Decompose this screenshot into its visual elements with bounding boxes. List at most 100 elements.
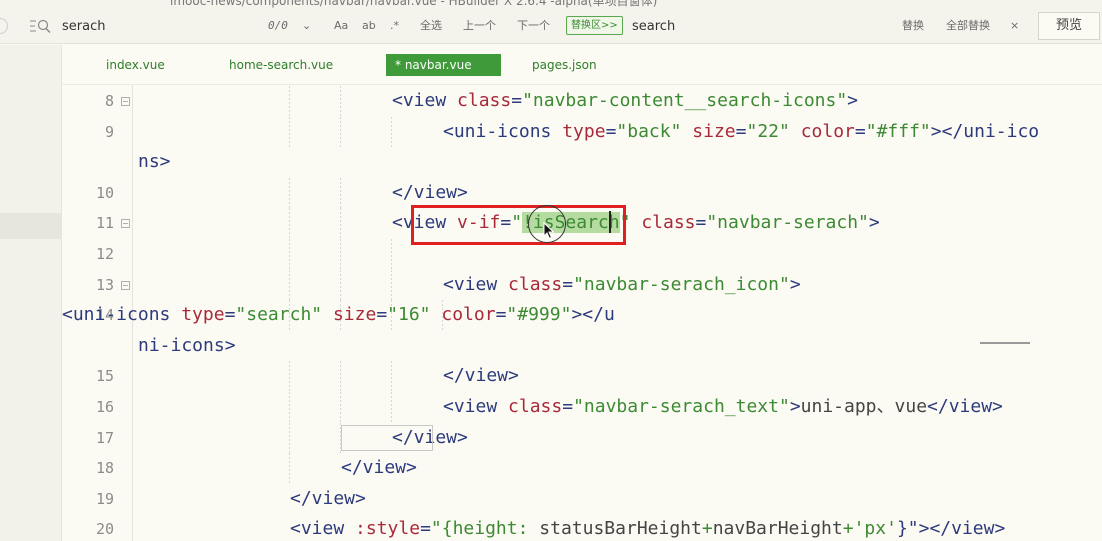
code-text[interactable]: <uni-icons type="search" size="16" color…: [62, 300, 615, 330]
code-attribute-token: size: [332, 304, 377, 326]
code-line[interactable]: 16 <view class="navbar-serach_text">uni-a…: [62, 392, 1102, 422]
indent-guide: [340, 361, 341, 392]
code-tag-token: ></uni-ico: [930, 120, 1040, 142]
code-line[interactable]: ni-icons>: [62, 331, 1102, 361]
close-find-icon[interactable]: ×: [1010, 8, 1019, 44]
code-text[interactable]: <uni-icons type="back" size="22" color="…: [443, 117, 1039, 147]
code-string-token: +: [701, 518, 713, 540]
code-text[interactable]: </view>: [290, 484, 366, 514]
search-panel-toggle-icon[interactable]: [0, 18, 8, 34]
code-string-token: "navbar-serach": [706, 212, 869, 234]
code-line[interactable]: 13 <view class="navbar-serach_icon">: [62, 269, 1102, 300]
code-string-token: "#fff": [865, 120, 931, 142]
code-text[interactable]: </view>: [443, 361, 519, 391]
previous-match-button[interactable]: 上一个: [463, 8, 496, 44]
mouse-pointer-icon: [543, 222, 555, 240]
indent-guide: [289, 269, 290, 300]
tab-home-search-vue[interactable]: home-search.vue: [220, 54, 342, 76]
code-line[interactable]: 18 </view>: [62, 453, 1102, 484]
code-text[interactable]: ni-icons>: [138, 331, 236, 361]
replace-scope-button[interactable]: 替换区>>: [566, 16, 623, 35]
find-replace-bar: 0/0 ⌄ Aa ab .* 全选 上一个 下一个 替换区>> 替换 全部替换 …: [0, 8, 1102, 44]
code-line[interactable]: 17 </view>: [62, 422, 1102, 453]
code-tag-token: </view>: [392, 181, 468, 203]
matching-tag-box: [341, 425, 433, 451]
code-line[interactable]: 14 <uni-icons type="search" size="16" col…: [62, 300, 1102, 331]
code-line[interactable]: 9 <uni-icons type="back" size="22" color=…: [62, 116, 1102, 147]
indent-guide: [340, 392, 341, 422]
next-match-button[interactable]: 下一个: [517, 8, 550, 44]
sidebar-selected-row[interactable]: [0, 213, 62, 239]
indent-guide: [340, 208, 341, 239]
match-count: 0/0: [268, 19, 288, 32]
replace-all-button[interactable]: 全部替换: [946, 8, 990, 44]
line-number: 9: [104, 122, 114, 141]
code-tag-token: ni-icons>: [138, 334, 236, 356]
code-tag-token: =: [376, 304, 388, 326]
fold-toggle-icon[interactable]: [121, 219, 130, 229]
code-attribute-token: class: [641, 212, 696, 234]
code-text-token: uni-app、vue: [800, 396, 928, 417]
chevron-down-icon[interactable]: ⌄: [302, 8, 311, 44]
code-attribute-token: class: [508, 273, 563, 295]
match-case-toggle[interactable]: Aa: [334, 8, 348, 44]
regex-toggle[interactable]: .*: [390, 8, 399, 44]
tab-index-vue[interactable]: index.vue: [97, 54, 174, 76]
code-attribute-token: size: [692, 120, 736, 142]
fold-toggle-icon[interactable]: [121, 97, 130, 106]
line-number: [62, 331, 114, 361]
line-number: 20: [95, 520, 114, 539]
code-text[interactable]: </view>: [392, 178, 468, 208]
annotation-highlight-box: [411, 205, 626, 245]
code-attribute-token: class: [508, 396, 563, 417]
code-line[interactable]: 19 </view>: [62, 484, 1102, 514]
line-number: 18: [95, 459, 114, 478]
tab-pages-json[interactable]: pages.json: [523, 54, 606, 76]
replace-input[interactable]: [632, 13, 882, 39]
select-all-matches-button[interactable]: 全选: [420, 8, 442, 44]
code-editor[interactable]: 8 <view class="navbar-content__search-ico…: [62, 85, 1102, 541]
code-string-token: "search": [235, 304, 323, 326]
code-text[interactable]: <view class="navbar-content__search-icon…: [392, 86, 858, 116]
fold-toggle-icon[interactable]: [121, 280, 130, 290]
line-number: 13: [95, 275, 114, 294]
code-string-token: "navbar-content__search-icons": [522, 90, 848, 111]
window-title: imooc-news/components/navbar/navbar.vue …: [170, 0, 658, 8]
code-tag-token: =: [854, 120, 866, 142]
code-tag-token: ></view>: [918, 518, 1006, 540]
indent-guide: [340, 269, 341, 300]
text-caret: [609, 211, 611, 233]
indent-guide: [391, 116, 392, 147]
code-text[interactable]: <view class="navbar-serach_icon">: [443, 270, 801, 300]
code-tag-token: >: [789, 273, 801, 295]
code-line[interactable]: ns>: [62, 147, 1102, 177]
find-input[interactable]: [62, 13, 257, 39]
preview-button[interactable]: 预览: [1038, 12, 1100, 40]
code-tag-token: ></u: [571, 304, 615, 326]
code-line[interactable]: 10 </view>: [62, 177, 1102, 208]
code-tag-token: <uni-icons: [62, 304, 182, 326]
code-tag-token: >: [789, 396, 801, 417]
replace-button[interactable]: 替换: [902, 8, 924, 44]
code-text[interactable]: </view>: [341, 453, 417, 483]
code-text[interactable]: ns>: [138, 147, 171, 177]
code-tag-token: <view: [443, 396, 509, 417]
code-line[interactable]: 20 <view :style="{height: statusBarHeight…: [62, 514, 1102, 541]
code-string-token: "22": [746, 120, 790, 142]
indent-guide: [340, 116, 341, 147]
code-tag-token: </view>: [341, 457, 417, 479]
code-text[interactable]: <view class="navbar-serach_text">uni-app…: [443, 392, 1003, 422]
tab-navbar-vue-active[interactable]: * navbar.vue: [386, 54, 501, 76]
line-number: 19: [95, 489, 114, 508]
whole-word-toggle[interactable]: ab: [362, 8, 376, 44]
line-number: 11: [95, 214, 114, 233]
project-sidebar[interactable]: [0, 45, 62, 541]
code-text[interactable]: <view :style="{height: statusBarHeight+n…: [290, 514, 1005, 541]
code-line[interactable]: 8 <view class="navbar-content__search-ico…: [62, 86, 1102, 116]
code-line[interactable]: 15 </view>: [62, 361, 1102, 392]
indent-guide: [391, 269, 392, 300]
